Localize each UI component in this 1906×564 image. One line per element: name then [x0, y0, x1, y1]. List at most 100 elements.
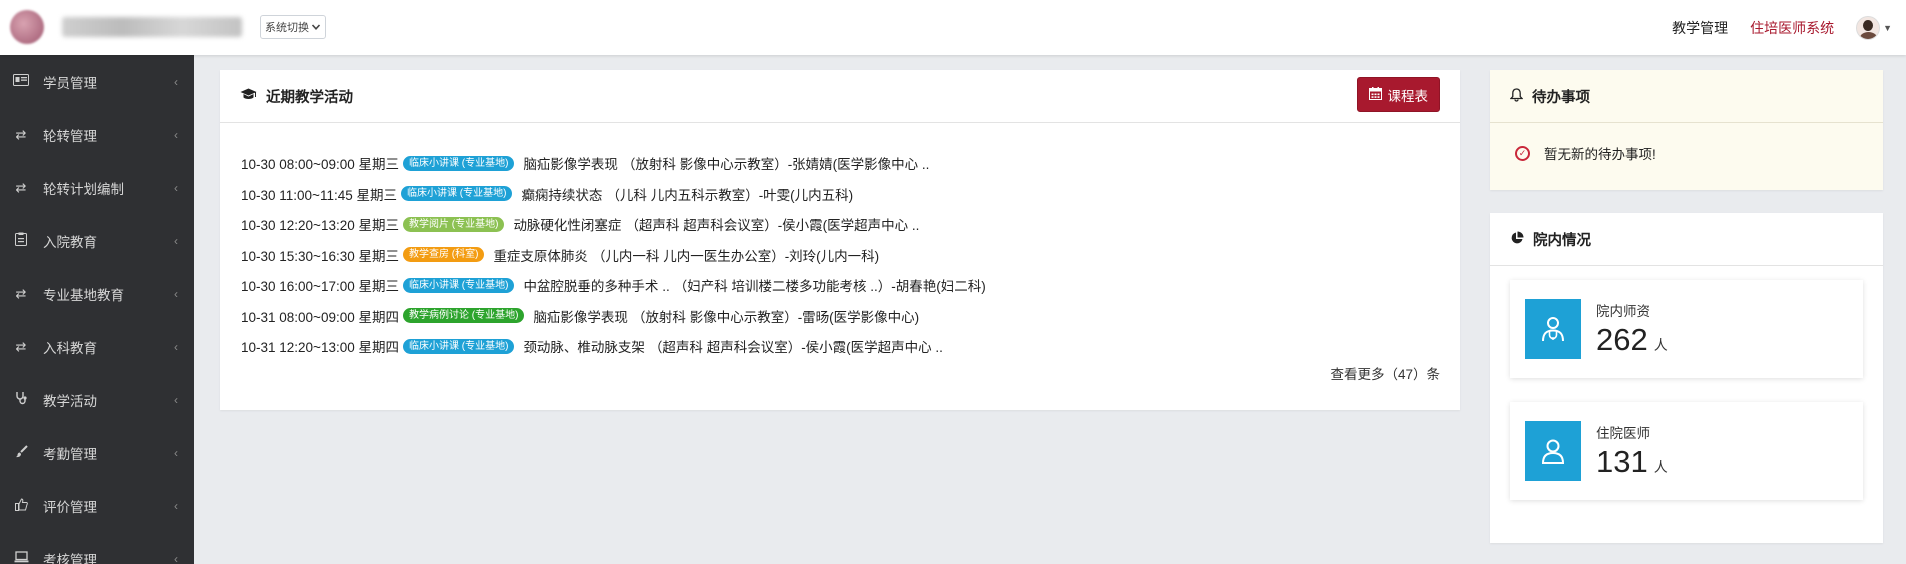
- check-circle-icon: ✓: [1515, 145, 1530, 161]
- chevron-left-icon: ‹: [174, 551, 178, 564]
- activity-title: 重症支原体肺炎: [493, 248, 588, 264]
- chevron-left-icon: ‹: [174, 233, 178, 248]
- chevron-left-icon: ‹: [174, 445, 178, 460]
- recent-activities-header: 近期教学活动 课程表: [220, 70, 1460, 123]
- sidebar-item-label: 入科教育: [43, 340, 97, 356]
- logo: [10, 10, 44, 44]
- panel-title: 院内情况: [1533, 232, 1591, 249]
- chevron-left-icon: ‹: [174, 74, 178, 89]
- activity-type-badge: 临床小讲课 (专业基地): [402, 277, 515, 293]
- sidebar-item-label: 考勤管理: [43, 446, 97, 462]
- stat-label: 住院医师: [1596, 426, 1650, 441]
- hospital-overview-header: 院内情况: [1490, 213, 1883, 266]
- hospital-overview-panel: 院内情况 院内师资 262 人 住院医师 131 人: [1490, 213, 1883, 543]
- activity-title: 癫痫持续状态: [521, 187, 603, 203]
- sidebar-item-attendance[interactable]: 考勤管理 ‹: [0, 426, 194, 479]
- sidebar-item-rotation[interactable]: ⇄ 轮转管理 ‹: [0, 108, 194, 161]
- activity-detail: （放射科 影像中心示教室）-张婧婧(医学影像中心 ..: [621, 157, 930, 173]
- system-switch-label: 系统切换: [265, 22, 309, 34]
- activity-time: 10-30 16:00~17:00 星期三: [241, 279, 399, 295]
- avatar[interactable]: [1856, 15, 1881, 40]
- pie-chart-icon: [1510, 231, 1524, 248]
- activity-title: 中盆腔脱垂的多种手术 ..: [523, 279, 670, 295]
- laptop-icon: [13, 551, 29, 564]
- nav-teaching-management[interactable]: 教学管理: [1672, 18, 1728, 38]
- todo-empty-text: 暂无新的待办事项!: [1544, 147, 1656, 162]
- todo-header: 待办事项: [1490, 70, 1883, 123]
- system-switch-dropdown[interactable]: 系统切换: [260, 15, 326, 39]
- panel-title: 待办事项: [1532, 89, 1590, 106]
- sidebar-item-label: 学员管理: [43, 75, 97, 91]
- chevron-down-icon: [311, 24, 321, 30]
- activity-detail: （儿内一科 儿内一医生办公室）-刘玲(儿内一科): [591, 248, 880, 264]
- activity-time: 10-30 15:30~16:30 星期三: [241, 248, 399, 264]
- stat-card-residents[interactable]: 住院医师 131 人: [1510, 402, 1863, 500]
- activity-type-badge: 临床小讲课 (专业基地): [402, 338, 515, 354]
- doctor-icon: [1525, 299, 1581, 359]
- chevron-left-icon: ‹: [174, 286, 178, 301]
- user-icon: [1525, 421, 1581, 481]
- stat-value: 262 人: [1596, 322, 1668, 358]
- chevron-left-icon: ‹: [174, 127, 178, 142]
- sidebar-item-assessment[interactable]: 考核管理 ‹: [0, 532, 194, 564]
- chevron-left-icon: ‹: [174, 392, 178, 407]
- activity-title: 动脉硬化性闭塞症: [513, 218, 622, 234]
- activity-time: 10-30 11:00~11:45 星期三: [241, 187, 397, 203]
- sidebar-item-rotation-plan[interactable]: ⇄ 轮转计划编制 ‹: [0, 161, 194, 214]
- activity-title: 颈动脉、椎动脉支架: [523, 340, 645, 356]
- thumbs-up-icon: [13, 497, 29, 514]
- sidebar-item-label: 轮转计划编制: [43, 181, 124, 197]
- activity-title: 脑疝影像学表现: [523, 157, 618, 173]
- stat-card-faculty[interactable]: 院内师资 262 人: [1510, 280, 1863, 378]
- stethoscope-icon: [13, 391, 29, 408]
- brush-icon: [13, 444, 29, 461]
- activity-type-badge: 临床小讲课 (专业基地): [400, 186, 513, 202]
- sidebar-item-label: 评价管理: [43, 499, 97, 515]
- todo-panel: 待办事项 ✓ 暂无新的待办事项!: [1490, 70, 1883, 190]
- sidebar-item-department-education[interactable]: ⇄ 入科教育 ‹: [0, 320, 194, 373]
- blurred-app-title: [62, 17, 242, 37]
- sidebar-item-label: 专业基地教育: [43, 287, 124, 303]
- top-nav: 教学管理 住培医师系统 ▼: [1672, 0, 1906, 55]
- sidebar-item-students[interactable]: 学员管理 ‹: [0, 55, 194, 108]
- activity-row[interactable]: 10-31 08:00~09:00 星期四 教学病例讨论 (专业基地) 脑疝影像…: [241, 301, 1440, 332]
- sidebar: 学员管理 ‹ ⇄ 轮转管理 ‹ ⇄ 轮转计划编制 ‹ 入院教育 ‹ ⇄ 专业基地…: [0, 55, 194, 564]
- activity-row[interactable]: 10-31 12:20~13:00 星期四 临床小讲课 (专业基地) 颈动脉、椎…: [241, 331, 1440, 362]
- sidebar-item-hospital-education[interactable]: 入院教育 ‹: [0, 214, 194, 267]
- schedule-button-label: 课程表: [1387, 88, 1429, 104]
- sidebar-item-label: 教学活动: [43, 393, 97, 409]
- stat-number: 262: [1596, 322, 1648, 357]
- activity-time: 10-30 12:20~13:20 星期三: [241, 218, 399, 234]
- activity-row[interactable]: 10-30 08:00~09:00 星期三 临床小讲课 (专业基地) 脑疝影像学…: [241, 148, 1440, 179]
- nav-resident-system[interactable]: 住培医师系统: [1750, 18, 1834, 38]
- sidebar-item-teaching-activities[interactable]: 教学活动 ‹: [0, 373, 194, 426]
- activity-title: 脑疝影像学表现: [533, 309, 628, 325]
- sidebar-item-label: 入院教育: [43, 234, 97, 250]
- chevron-left-icon: ‹: [174, 339, 178, 354]
- activity-detail: （儿科 儿内五科示教室）-叶雯(儿内五科): [606, 187, 854, 203]
- stat-unit: 人: [1653, 459, 1668, 475]
- caret-down-icon[interactable]: ▼: [1883, 23, 1892, 33]
- sidebar-item-evaluation[interactable]: 评价管理 ‹: [0, 479, 194, 532]
- stat-value: 131 人: [1596, 444, 1668, 480]
- activity-row[interactable]: 10-30 16:00~17:00 星期三 临床小讲课 (专业基地) 中盆腔脱垂…: [241, 270, 1440, 301]
- view-more-link[interactable]: 查看更多（47）条: [1330, 363, 1440, 383]
- activity-row[interactable]: 10-30 12:20~13:20 星期三 教学阅片 (专业基地) 动脉硬化性闭…: [241, 209, 1440, 240]
- activity-detail: （超声科 超声科会议室）-侯小霞(医学超声中心 ..: [648, 340, 943, 356]
- activity-row[interactable]: 10-30 11:00~11:45 星期三 临床小讲课 (专业基地) 癫痫持续状…: [241, 179, 1440, 210]
- activity-type-badge: 教学查房 (科室): [402, 247, 485, 263]
- activity-time: 10-30 08:00~09:00 星期三: [241, 157, 399, 173]
- calendar-icon: [1368, 86, 1382, 103]
- activity-row[interactable]: 10-30 15:30~16:30 星期三 教学查房 (科室) 重症支原体肺炎 …: [241, 240, 1440, 271]
- todo-empty-message: ✓ 暂无新的待办事项!: [1490, 123, 1883, 163]
- activity-list: 10-30 08:00~09:00 星期三 临床小讲课 (专业基地) 脑疝影像学…: [220, 123, 1460, 362]
- retweet-icon: ⇄: [15, 126, 27, 142]
- sidebar-item-base-education[interactable]: ⇄ 专业基地教育 ‹: [0, 267, 194, 320]
- bell-icon: [1509, 87, 1524, 105]
- sidebar-item-label: 考核管理: [43, 552, 97, 564]
- retweet-icon: ⇄: [15, 338, 27, 354]
- chevron-left-icon: ‹: [174, 498, 178, 513]
- schedule-button[interactable]: 课程表: [1356, 77, 1440, 112]
- chevron-left-icon: ‹: [174, 180, 178, 195]
- id-card-icon: [13, 74, 29, 89]
